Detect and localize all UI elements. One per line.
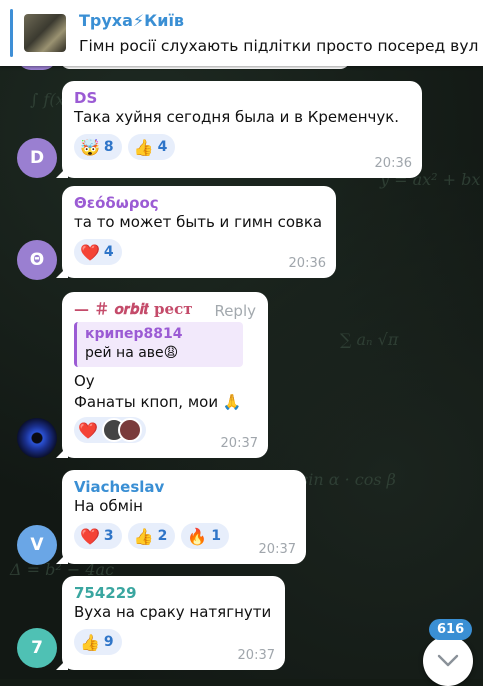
avatar[interactable]: D bbox=[17, 138, 57, 178]
message-text: Оу bbox=[74, 372, 95, 390]
thumbs-up-emoji-icon: 👍 bbox=[80, 632, 100, 652]
pinned-title: Труха⚡Київ bbox=[79, 11, 185, 30]
message-text: та то может быть и гимн совка bbox=[74, 213, 323, 231]
reactions-row: 🤯 8 👍 4 bbox=[74, 134, 410, 160]
fire-emoji-icon: 🔥 bbox=[187, 526, 208, 546]
exploding-head-emoji-icon: 🤯 bbox=[80, 137, 100, 157]
reaction-chip[interactable]: 👍 9 bbox=[74, 629, 122, 655]
pinned-thumbnail bbox=[24, 14, 66, 52]
reply-button[interactable]: Reply bbox=[214, 302, 256, 320]
message-bubble[interactable]: 754229 Вуха на сраку натягнути 👍 9 20:37 bbox=[62, 576, 285, 670]
reaction-chip[interactable]: ❤️ bbox=[74, 417, 146, 443]
reaction-count: 3 bbox=[103, 528, 114, 544]
message-time: 20:36 bbox=[374, 156, 412, 171]
background-doodle: ∑ aₙ √π bbox=[340, 330, 399, 349]
message-author[interactable]: 754229 bbox=[74, 584, 273, 602]
reaction-count: 4 bbox=[103, 244, 114, 260]
quoted-reply[interactable]: крипер8814 рей на аве😩 bbox=[74, 322, 243, 367]
message-bubble[interactable]: — ＃ 𝒐𝒓𝒃𝒊𝒕 рест Reply крипер8814 рей на а… bbox=[62, 292, 268, 458]
avatar bbox=[117, 418, 142, 442]
message-text: Вуха на сраку натягнути bbox=[74, 603, 272, 621]
avatar[interactable]: V bbox=[17, 525, 57, 565]
reaction-count: 1 bbox=[211, 528, 222, 544]
message-author[interactable]: Viacheslav bbox=[74, 478, 294, 496]
pinned-indicator bbox=[10, 9, 13, 57]
message-text: На обмін bbox=[74, 497, 143, 515]
reaction-count: 2 bbox=[157, 528, 168, 544]
reaction-chip[interactable]: 👍 4 bbox=[127, 134, 176, 160]
heart-emoji-icon: ❤️ bbox=[78, 420, 98, 440]
quoted-text: рей на аве😩 bbox=[85, 345, 179, 361]
message-time: 20:37 bbox=[258, 542, 296, 557]
reaction-chip[interactable]: 🤯 8 bbox=[74, 134, 122, 160]
thumbs-up-emoji-icon: 👍 bbox=[133, 137, 154, 157]
message-bubble[interactable]: Θεόδωρος та то может быть и гимн совка ❤… bbox=[62, 186, 336, 278]
message-bubble[interactable]: Viacheslav На обмін ❤️ 3 👍 2 🔥 1 20:37 bbox=[62, 470, 306, 564]
unread-count-badge: 616 bbox=[429, 619, 473, 640]
reactor-avatars bbox=[101, 418, 142, 442]
heart-emoji-icon: ❤️ bbox=[80, 526, 100, 546]
message-time: 20:37 bbox=[220, 436, 258, 451]
avatar[interactable]: Θ bbox=[17, 240, 57, 280]
reaction-chip[interactable]: 👍 2 bbox=[127, 523, 176, 549]
avatar[interactable]: 7 bbox=[17, 628, 57, 668]
message-text: Фанаты кпоп, мои 🙏 bbox=[74, 393, 242, 411]
message-time: 20:36 bbox=[288, 256, 326, 271]
reaction-count: 4 bbox=[157, 139, 168, 155]
message-bubble[interactable]: DS Така хуйня сегодня была и в Кременчук… bbox=[62, 81, 422, 178]
reaction-chip[interactable]: ❤️ 3 bbox=[74, 523, 122, 549]
message-text: Така хуйня сегодня была и в Кременчук. bbox=[74, 108, 400, 126]
pinned-text: Гімн росії слухають підлітки просто посе… bbox=[79, 37, 479, 55]
reaction-chip[interactable]: ❤️ 4 bbox=[74, 239, 122, 265]
background-doodle: sin α · cos β bbox=[300, 470, 396, 489]
message-author[interactable]: DS bbox=[74, 89, 410, 107]
quoted-author: крипер8814 bbox=[85, 326, 183, 342]
reactions-row: ❤️ 4 bbox=[74, 239, 324, 265]
reaction-chip[interactable]: 🔥 1 bbox=[181, 523, 230, 549]
pinned-message-bar[interactable]: Труха⚡Київ Гімн росії слухають підлітки … bbox=[0, 0, 483, 66]
heart-emoji-icon: ❤️ bbox=[80, 242, 100, 262]
reaction-count: 8 bbox=[103, 139, 114, 155]
message-time: 20:37 bbox=[237, 648, 275, 663]
reaction-count: 9 bbox=[103, 634, 114, 650]
thumbs-up-emoji-icon: 👍 bbox=[133, 526, 154, 546]
chevron-down-icon bbox=[437, 654, 459, 667]
avatar[interactable] bbox=[17, 418, 57, 458]
message-author[interactable]: Θεόδωρος bbox=[74, 194, 324, 212]
